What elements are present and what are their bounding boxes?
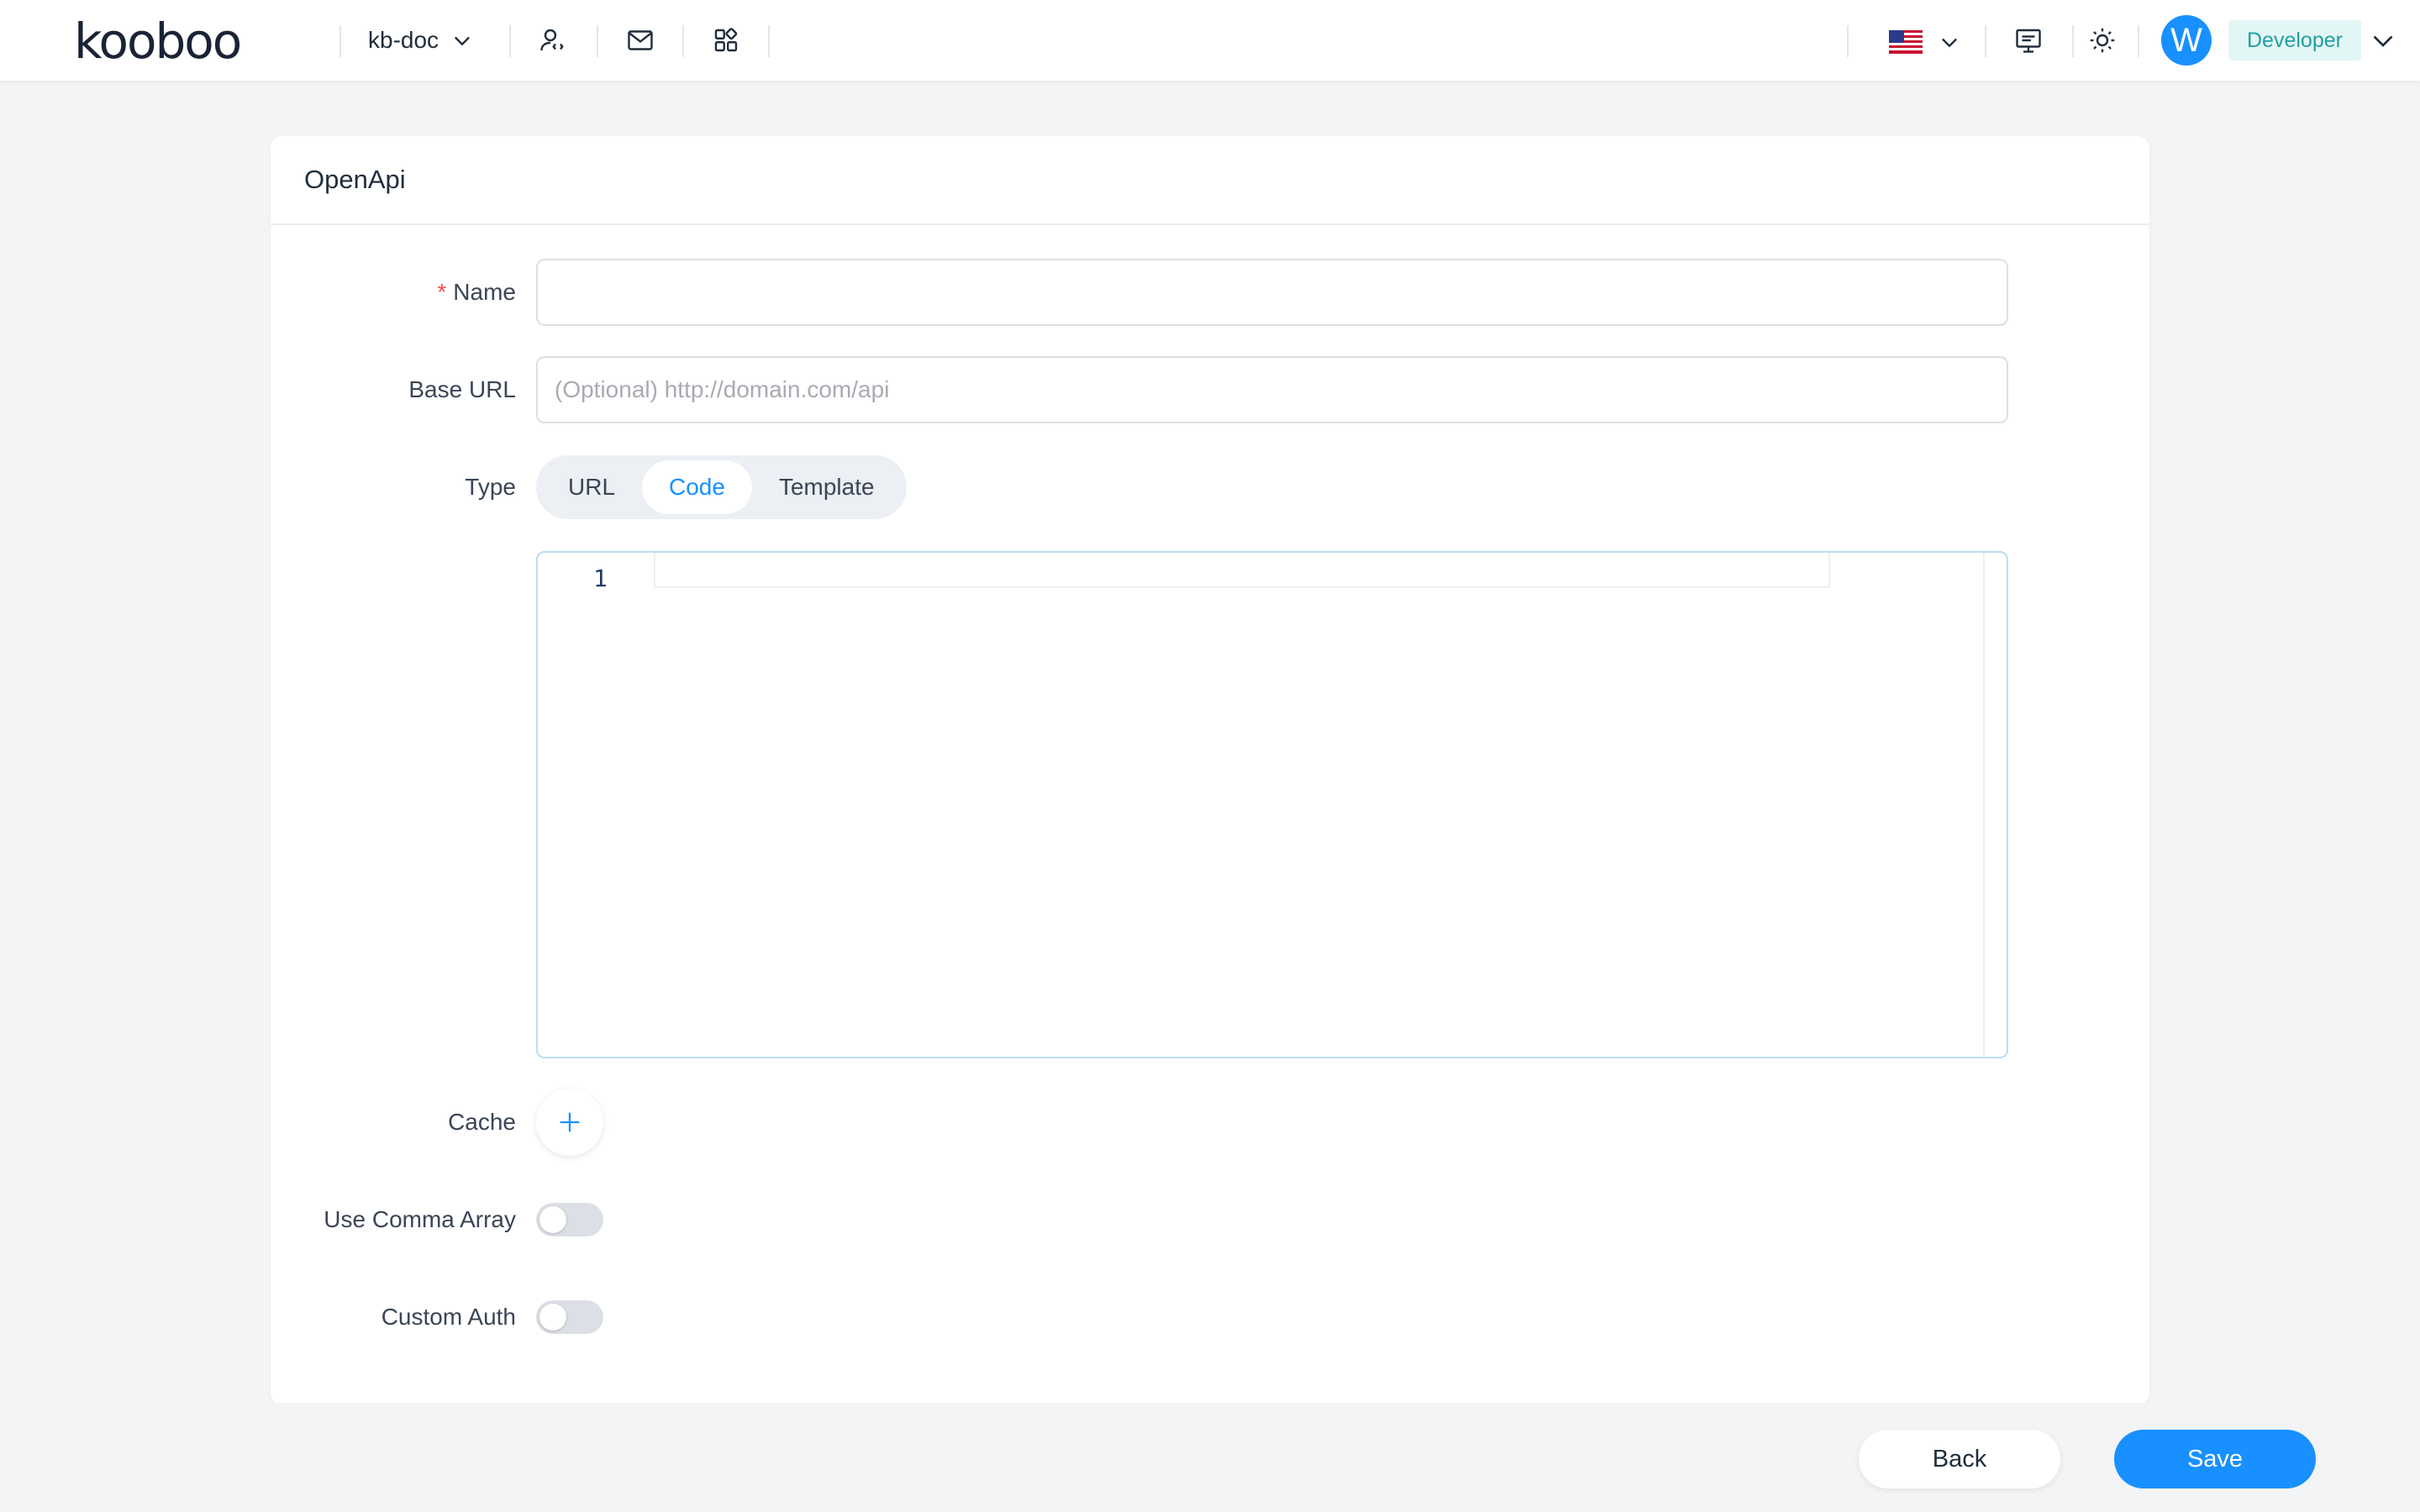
type-segmented-control: URL Code Template (536, 455, 907, 519)
type-label: Type (465, 474, 516, 500)
divider (682, 25, 684, 57)
type-row: Type URL Code Template (271, 455, 2149, 519)
user-code-icon (540, 29, 564, 51)
divider (339, 25, 341, 57)
cache-row: Cache (271, 1089, 2149, 1156)
line-number: 1 (593, 564, 608, 592)
use-comma-array-toggle[interactable] (536, 1203, 603, 1236)
type-option-code[interactable]: Code (642, 460, 752, 514)
custom-auth-toggle[interactable] (536, 1300, 603, 1334)
use-comma-array-control (536, 1203, 603, 1236)
card-title: OpenApi (304, 165, 406, 194)
custom-auth-label: Custom Auth (381, 1304, 516, 1330)
code-editor[interactable]: 1 (536, 551, 2008, 1058)
plus-icon (560, 1112, 580, 1132)
divider (509, 25, 511, 57)
openapi-card: OpenApi *Name Base URL Type URL Code Tem… (271, 136, 2149, 1404)
toggle-knob (539, 1304, 566, 1331)
divider (2072, 25, 2074, 57)
card-header: OpenApi (271, 136, 2149, 225)
code-editor-control: 1 (536, 551, 2008, 1058)
use-comma-array-row: Use Comma Array (271, 1203, 2149, 1236)
custom-auth-control (536, 1300, 603, 1334)
theme-toggle-button[interactable] (2084, 22, 2121, 59)
name-control (536, 259, 2008, 326)
type-option-url[interactable]: URL (541, 460, 642, 514)
top-bar: kooboo kb-doc W Developer (0, 0, 2420, 81)
required-mark: * (437, 279, 447, 305)
chevron-down-icon[interactable] (2368, 25, 2398, 55)
apps-icon (714, 28, 738, 52)
type-control: URL Code Template (536, 455, 907, 519)
monitor-button[interactable] (2010, 22, 2047, 59)
code-editor-row: 1 (271, 551, 2149, 1058)
use-comma-array-label: Use Comma Array (324, 1206, 516, 1232)
divider (597, 25, 598, 57)
divider (1985, 25, 1986, 57)
editor-scrollbar[interactable] (1983, 553, 1985, 1057)
sun-icon (2090, 28, 2115, 53)
add-cache-button[interactable] (536, 1089, 603, 1156)
site-name: kb-doc (368, 27, 439, 53)
divider (1847, 25, 1849, 57)
divider (768, 25, 770, 57)
chevron-down-icon (455, 36, 471, 46)
save-button[interactable]: Save (2114, 1430, 2316, 1488)
mail-icon (628, 30, 653, 50)
name-input[interactable] (536, 259, 2008, 326)
custom-auth-row: Custom Auth (271, 1300, 2149, 1334)
monitor-icon (2016, 29, 2041, 53)
base-url-control (536, 356, 2008, 423)
user-code-button[interactable] (534, 22, 571, 59)
base-url-input[interactable] (536, 356, 2008, 423)
mail-button[interactable] (622, 22, 659, 59)
cache-control (536, 1089, 603, 1156)
role-badge[interactable]: Developer (2228, 20, 2361, 60)
language-flag-icon (1889, 30, 1923, 54)
toggle-knob (539, 1206, 566, 1233)
base-url-row: Base URL (271, 356, 2149, 423)
back-button[interactable]: Back (1859, 1430, 2060, 1488)
type-option-template[interactable]: Template (752, 460, 902, 514)
name-label: * Name (437, 279, 516, 305)
apps-button[interactable] (708, 22, 744, 59)
site-selector[interactable]: kb-doc (368, 22, 474, 59)
divider (2138, 25, 2139, 57)
chevron-down-icon (1942, 38, 1957, 48)
kooboo-logo[interactable]: kooboo (74, 12, 242, 71)
base-url-label: Base URL (408, 376, 516, 402)
name-row: * Name (271, 259, 2149, 326)
cache-label: Cache (448, 1109, 516, 1135)
footer-bar: Back Save (0, 1403, 2420, 1512)
current-line-highlight[interactable] (654, 553, 1830, 588)
user-avatar[interactable]: W (2161, 15, 2212, 66)
language-selector[interactable] (1889, 25, 1961, 59)
